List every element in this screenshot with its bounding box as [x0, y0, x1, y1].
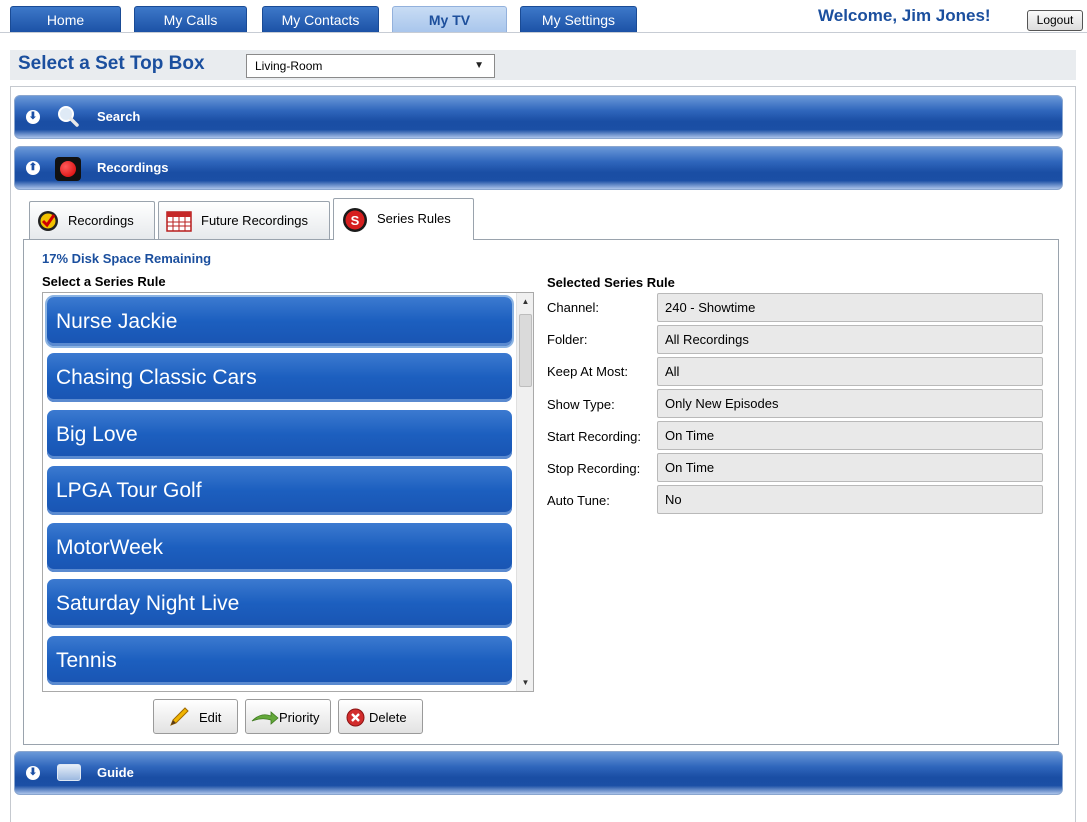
page-title: Select a Set Top Box: [18, 53, 205, 74]
auto-tune-value: No: [657, 485, 1043, 514]
show-type-label: Show Type:: [547, 397, 615, 412]
subtab-recordings-label: Recordings: [68, 213, 134, 228]
list-scrollbar[interactable]: ▲ ▼: [516, 293, 533, 691]
list-item[interactable]: MotorWeek: [47, 523, 512, 572]
search-section-title: Search: [97, 109, 141, 124]
subtab-future-recordings-label: Future Recordings: [201, 213, 308, 228]
channel-label: Channel:: [547, 300, 600, 315]
show-type-value: Only New Episodes: [657, 389, 1043, 418]
svg-text:S: S: [351, 213, 360, 228]
list-item[interactable]: Tennis: [47, 636, 512, 685]
top-navigation: Home My Calls My Contacts My TV My Setti…: [0, 0, 1087, 36]
folder-label: Folder:: [547, 332, 588, 347]
disk-space-text: 17% Disk Space Remaining: [42, 251, 212, 266]
checkmark-icon: [38, 211, 58, 231]
series-list-label: Select a Series Rule: [42, 274, 166, 289]
search-section-header[interactable]: ⬇ Search: [14, 95, 1063, 139]
chevron-up-icon[interactable]: ⬆: [26, 161, 40, 175]
series-rule-list[interactable]: Nurse Jackie Chasing Classic Cars Big Lo…: [42, 292, 534, 692]
start-recording-label: Start Recording:: [547, 429, 641, 444]
stop-recording-value: On Time: [657, 453, 1043, 482]
delete-button[interactable]: Delete: [338, 699, 423, 734]
record-icon: [55, 157, 81, 181]
arrow-icon: [251, 711, 279, 725]
auto-tune-label: Auto Tune:: [547, 493, 610, 508]
tab-my-contacts[interactable]: My Contacts: [262, 6, 379, 32]
list-item[interactable]: LPGA Tour Golf: [47, 466, 512, 515]
channel-value: 240 - Showtime: [657, 293, 1043, 322]
selected-rule-title: Selected Series Rule: [547, 275, 675, 290]
scrollbar-thumb[interactable]: [519, 314, 532, 387]
scroll-up-icon[interactable]: ▲: [517, 293, 533, 310]
start-recording-value: On Time: [657, 421, 1043, 450]
tab-my-tv[interactable]: My TV: [392, 6, 507, 32]
folder-value: All Recordings: [657, 325, 1043, 354]
tab-home[interactable]: Home: [10, 6, 121, 32]
guide-section-header[interactable]: ⬇ Guide: [14, 751, 1063, 795]
subtab-recordings[interactable]: Recordings: [29, 201, 155, 239]
list-item[interactable]: Saturday Night Live: [47, 579, 512, 628]
list-item[interactable]: Chasing Classic Cars: [47, 353, 512, 402]
magnifier-icon: [58, 106, 79, 127]
subtab-series-rules[interactable]: S Series Rules: [333, 198, 474, 240]
priority-button[interactable]: Priority: [245, 699, 331, 734]
subtab-series-rules-label: Series Rules: [377, 211, 451, 226]
keep-at-most-label: Keep At Most:: [547, 364, 628, 379]
stop-recording-label: Stop Recording:: [547, 461, 641, 476]
set-top-box-value: Living-Room: [255, 59, 323, 73]
set-top-box-select[interactable]: Living-Room ▼: [246, 54, 495, 78]
priority-button-label: Priority: [279, 710, 320, 725]
welcome-text: Welcome, Jim Jones!: [818, 6, 991, 25]
subtab-future-recordings[interactable]: Future Recordings: [158, 201, 330, 239]
delete-button-label: Delete: [369, 710, 407, 725]
recordings-section-header[interactable]: ⬆ Recordings: [14, 146, 1063, 190]
list-item[interactable]: Big Love: [47, 410, 512, 459]
guide-icon: [57, 764, 81, 781]
keep-at-most-value: All: [657, 357, 1043, 386]
recordings-section-title: Recordings: [97, 160, 169, 175]
chevron-down-icon[interactable]: ⬇: [26, 110, 40, 124]
tab-my-calls[interactable]: My Calls: [134, 6, 247, 32]
scroll-down-icon[interactable]: ▼: [517, 674, 533, 691]
calendar-icon: [166, 211, 192, 232]
chevron-down-icon[interactable]: ⬇: [26, 766, 40, 780]
tab-my-settings[interactable]: My Settings: [520, 6, 637, 32]
guide-section-title: Guide: [97, 765, 134, 780]
edit-button[interactable]: Edit: [153, 699, 238, 734]
pencil-icon: [170, 707, 189, 726]
delete-icon: [346, 708, 365, 727]
series-icon: S: [343, 208, 367, 232]
logout-button[interactable]: Logout: [1027, 10, 1083, 31]
set-top-box-bar: Select a Set Top Box Living-Room ▼: [10, 50, 1076, 80]
dropdown-arrow-icon: ▼: [474, 60, 484, 71]
list-item[interactable]: Nurse Jackie: [47, 297, 512, 346]
edit-button-label: Edit: [199, 710, 222, 725]
